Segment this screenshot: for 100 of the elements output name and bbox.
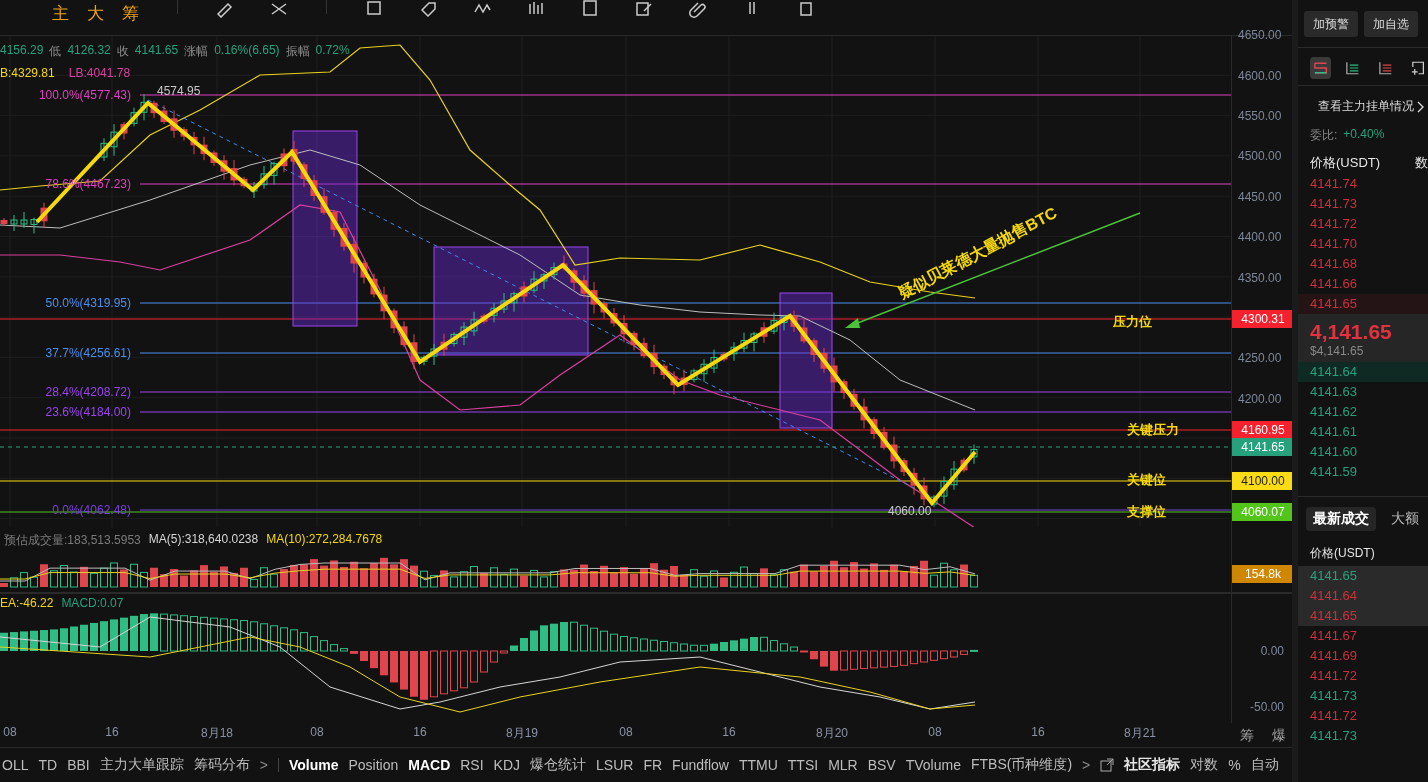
trades-tab[interactable]: 最新成交: [1306, 507, 1376, 531]
chevron-button[interactable]: >: [1082, 757, 1091, 774]
indicator-tab[interactable]: RSI: [460, 757, 484, 774]
indicator-tab[interactable]: BSV: [867, 757, 896, 774]
toolbar-tool-button[interactable]: 大: [87, 4, 104, 24]
indicator-tab[interactable]: TD: [38, 757, 58, 774]
price-tick: 4350.00: [1238, 270, 1282, 285]
price-tick: 4600.00: [1238, 68, 1282, 83]
info-value: 4141.65: [134, 42, 179, 59]
indicator-tab[interactable]: 爆仓统计: [530, 756, 587, 775]
zone-label: 支撑位: [1127, 502, 1166, 521]
fibonacci-label: 23.6%(4184.00): [45, 404, 131, 419]
indicator-tab[interactable]: Volume: [288, 757, 339, 774]
indicator-tab[interactable]: TTSI: [787, 757, 819, 774]
info-label: 收: [116, 42, 129, 60]
info-value: 0.72%: [315, 42, 350, 59]
indicator-tab[interactable]: TVolume: [905, 757, 961, 774]
panel-button[interactable]: 加自选: [1364, 11, 1418, 37]
info-value: 4156.29: [0, 42, 44, 59]
bid-price: 4141.64: [1298, 362, 1428, 382]
time-label: 16: [413, 725, 427, 740]
time-label: 16: [1031, 725, 1045, 740]
column-header: 价格(USDT): [1309, 545, 1376, 562]
info-label: 振幅: [285, 42, 310, 60]
scale-option[interactable]: 对数: [1190, 756, 1219, 775]
macd-legend: MACD:0.07: [61, 596, 124, 611]
time-label: 08: [310, 725, 324, 740]
axis-mark: 爆: [1272, 727, 1286, 746]
time-label: 8月19: [506, 725, 538, 743]
order-depth-link[interactable]: 查看主力挂单情况: [1298, 86, 1428, 115]
trade-price: 4141.72: [1309, 667, 1358, 685]
indicator-tab[interactable]: 筹码分布: [193, 756, 250, 775]
fibonacci-label: 28.4%(4208.72): [45, 384, 131, 399]
price-tag: 4300.31: [1232, 309, 1294, 328]
price-tick: 4250.00: [1238, 350, 1282, 365]
info-label: 低: [49, 42, 62, 60]
indicator-tab[interactable]: MLR: [828, 757, 858, 774]
ask-price: 4141.68: [1309, 255, 1358, 273]
time-label: 08: [3, 725, 17, 740]
zone-label: 关键位: [1127, 470, 1166, 489]
indicator-tab[interactable]: FTBS(币种维度): [970, 756, 1073, 775]
indicator-tab[interactable]: OLL: [2, 757, 29, 774]
last-price-usd: $4,141.65: [1310, 344, 1365, 358]
bid-price: 4141.62: [1309, 403, 1358, 421]
ask-price: 4141.74: [1309, 175, 1358, 193]
trade-price: 4141.67: [1309, 627, 1358, 645]
trade-price: 4141.65: [1298, 606, 1428, 626]
bid-price: 4141.59: [1309, 463, 1358, 481]
indicator-tab[interactable]: MACD: [408, 757, 451, 774]
macd-legend: EA:-46.22: [0, 596, 54, 611]
time-label: 8月18: [201, 725, 233, 743]
info-value: 0.16%(6.65): [214, 42, 280, 59]
column-header: 价格(USDT): [1310, 154, 1381, 172]
trades-tab[interactable]: 大额: [1384, 507, 1426, 531]
community-indicators-button[interactable]: 社区指标: [1124, 756, 1181, 775]
price-tick: 4200.00: [1238, 391, 1282, 406]
fibonacci-label: 37.7%(4256.61): [45, 345, 131, 360]
trade-price: 4141.72: [1309, 707, 1358, 725]
fibonacci-label: 0.0%(4062.48): [52, 502, 131, 517]
band-value: LB:4041.78: [68, 65, 131, 80]
chevron-button[interactable]: >: [259, 757, 268, 774]
indicator-tab[interactable]: KDJ: [493, 757, 521, 774]
trade-price: 4141.64: [1298, 586, 1428, 606]
time-label: 8月20: [816, 725, 848, 743]
indicator-tab[interactable]: Fundflow: [672, 757, 729, 774]
price-tick: 4400.00: [1238, 229, 1282, 244]
time-label: 16: [105, 725, 119, 740]
price-tag: 4060.07: [1232, 502, 1294, 521]
trade-price: 4141.73: [1309, 727, 1358, 745]
ratio-value: +0.40%: [1343, 127, 1385, 143]
indicator-tab[interactable]: TTMU: [738, 757, 778, 774]
ask-price: 4141.70: [1309, 235, 1358, 253]
ratio-label: 委比:: [1310, 127, 1338, 144]
volume-legend: MA(10):272,284.7678: [266, 531, 383, 549]
price-tick: 4550.00: [1238, 108, 1282, 123]
annotation-text: 疑似贝莱德大量抛售BTC: [895, 202, 1061, 304]
trade-price: 4141.65: [1298, 566, 1428, 586]
fibonacci-label: 100.0%(4577.43): [38, 87, 131, 102]
price-tick: 4650.00: [1238, 27, 1282, 42]
bid-price: 4141.63: [1309, 383, 1358, 401]
time-label: 16: [722, 725, 736, 740]
macd-tick: -50.00: [1249, 700, 1284, 715]
indicator-tab[interactable]: FR: [643, 757, 663, 774]
panel-button[interactable]: 加预警: [1304, 11, 1358, 37]
zone-label: 关键压力: [1127, 420, 1179, 439]
toolbar-tool-button[interactable]: 主: [52, 4, 69, 24]
indicator-tab[interactable]: 主力大单跟踪: [99, 756, 184, 775]
macd-tick: 0.00: [1260, 644, 1284, 659]
trade-price: 4141.69: [1309, 647, 1358, 665]
toolbar-tool-button[interactable]: 筹: [122, 4, 139, 24]
scale-option[interactable]: %: [1228, 757, 1241, 774]
ask-price: 4141.73: [1309, 195, 1358, 213]
info-label: 涨幅: [184, 42, 209, 60]
indicator-tab[interactable]: Position: [348, 757, 399, 774]
indicator-tab[interactable]: LSUR: [596, 757, 634, 774]
time-label: 8月21: [1124, 725, 1156, 743]
volume-legend: 预估成交量:183,513.5953: [4, 531, 141, 549]
indicator-tab[interactable]: BBI: [67, 757, 90, 774]
scale-option[interactable]: 自动: [1250, 756, 1279, 775]
axis-mark: 筹: [1240, 727, 1254, 746]
